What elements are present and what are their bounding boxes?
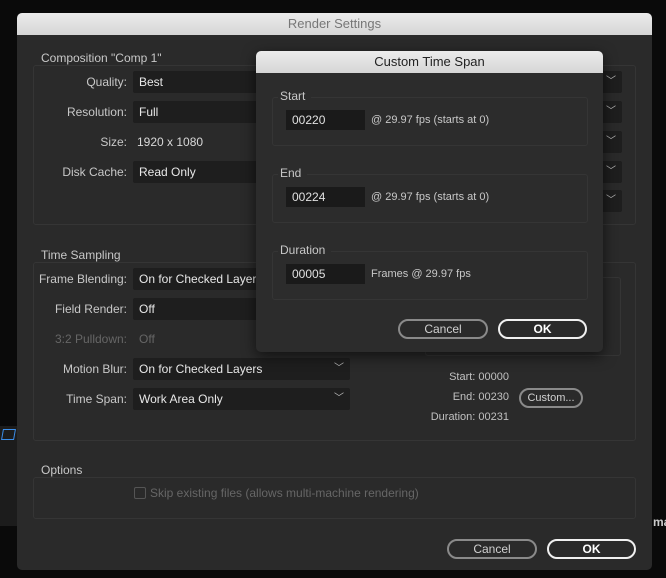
chevron-down-icon: ﹀ [606, 166, 616, 177]
duration-input[interactable]: 00005 [286, 264, 365, 284]
chevron-down-icon: ﹀ [606, 136, 616, 147]
time-span-dropdown[interactable]: Work Area Only ﹀ [133, 388, 350, 410]
quality-label: Quality: [86, 75, 127, 89]
mask-icon [1, 429, 16, 440]
chevron-down-icon: ﹀ [334, 393, 344, 404]
options-label: Options [39, 463, 89, 477]
skip-files-label: Skip existing files (allows multi-machin… [150, 486, 419, 500]
skip-files-checkbox[interactable] [134, 487, 146, 499]
frame-blending-label: Frame Blending: [38, 272, 127, 286]
size-value: 1920 x 1080 [137, 135, 204, 149]
duration-label: Duration [278, 243, 332, 257]
span-duration: Duration: 00231 [430, 411, 509, 423]
end-input[interactable]: 00224 [286, 187, 365, 207]
custom-ok-button[interactable]: OK [498, 319, 587, 339]
start-input[interactable]: 00220 [286, 110, 365, 130]
cancel-button[interactable]: Cancel [447, 539, 537, 559]
pulldown-label: 3:2 Pulldown: [54, 332, 127, 346]
background-strip [0, 426, 17, 526]
duration-note: Frames @ 29.97 fps [371, 268, 471, 280]
chevron-down-icon: ﹀ [606, 195, 616, 206]
dialog-title: Render Settings [17, 13, 652, 35]
chevron-down-icon: ﹀ [606, 106, 616, 117]
field-render-label: Field Render: [54, 302, 127, 316]
custom-time-span-dialog: Custom Time Span Start 00220 @ 29.97 fps… [256, 51, 603, 352]
background-text: ma [653, 515, 666, 529]
end-label: End [278, 166, 308, 180]
chevron-down-icon: ﹀ [334, 363, 344, 374]
time-span-label: Time Span: [66, 392, 127, 406]
composition-label: Composition "Comp 1" [39, 51, 168, 65]
motion-blur-dropdown[interactable]: On for Checked Layers ﹀ [133, 358, 350, 380]
motion-blur-label: Motion Blur: [62, 362, 127, 376]
size-label: Size: [100, 135, 127, 149]
start-note: @ 29.97 fps (starts at 0) [371, 114, 490, 126]
resolution-label: Resolution: [66, 105, 127, 119]
ok-button[interactable]: OK [547, 539, 636, 559]
chevron-down-icon: ﹀ [606, 76, 616, 87]
motion-blur-value: On for Checked Layers [139, 362, 263, 376]
custom-dialog-title: Custom Time Span [256, 51, 603, 73]
start-label: Start [278, 89, 312, 103]
end-note: @ 29.97 fps (starts at 0) [371, 191, 490, 203]
time-sampling-label: Time Sampling [39, 248, 127, 262]
custom-button[interactable]: Custom... [519, 388, 583, 408]
custom-cancel-button[interactable]: Cancel [398, 319, 488, 339]
time-span-value: Work Area Only [139, 392, 223, 406]
span-start: Start: 00000 [449, 371, 509, 383]
span-end: End: 00230 [452, 391, 509, 403]
disk-cache-label: Disk Cache: [62, 165, 127, 179]
